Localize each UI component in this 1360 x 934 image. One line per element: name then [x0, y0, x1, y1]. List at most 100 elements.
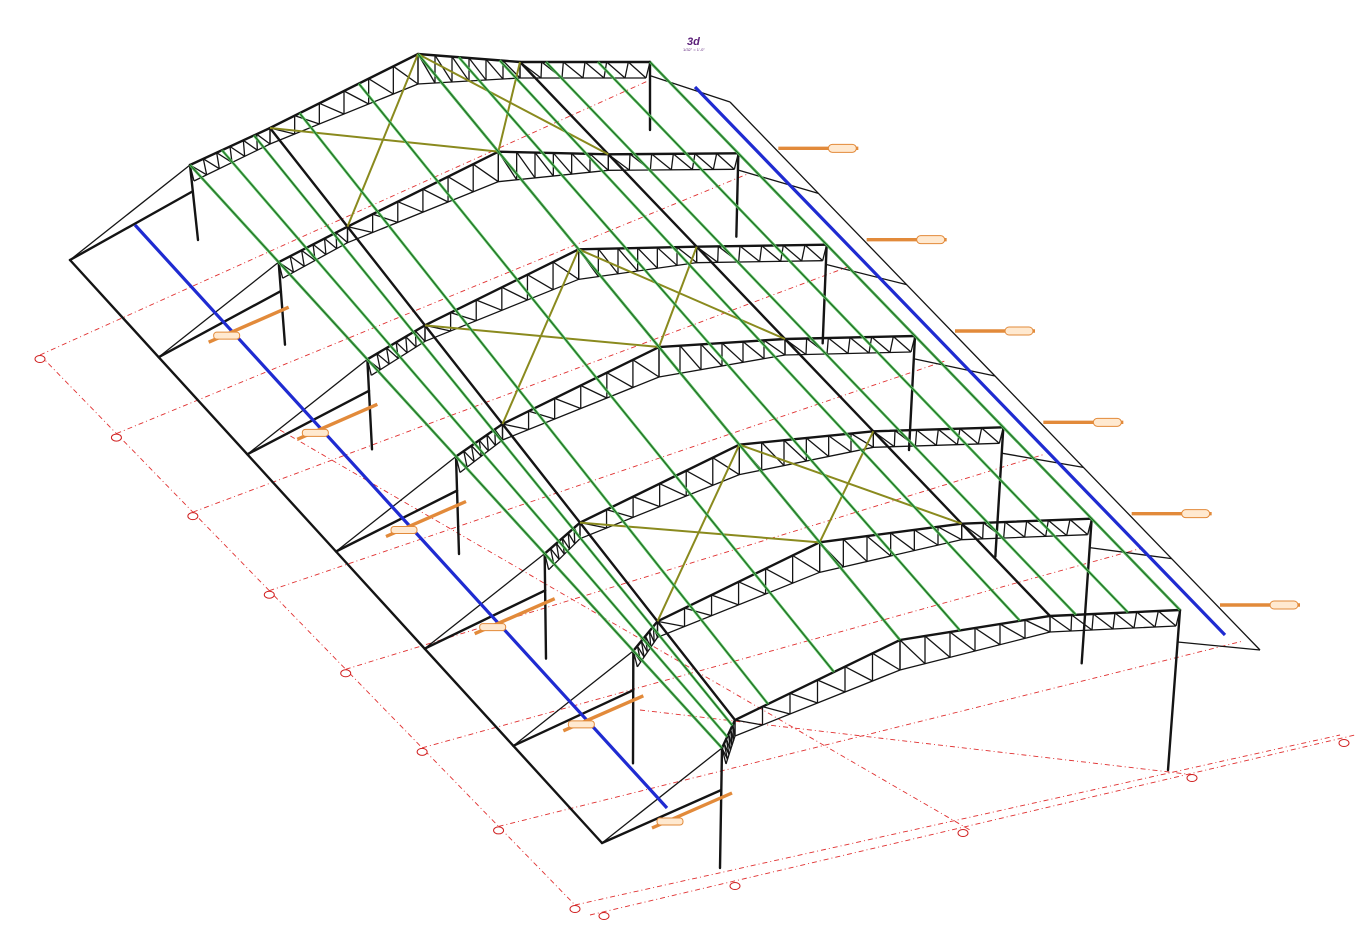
- grid-bubble-icon: [110, 433, 122, 442]
- canopy-tie: [335, 455, 457, 553]
- truss-diagonal: [949, 631, 976, 652]
- truss-diagonal: [999, 623, 1026, 639]
- truss-diagonal: [742, 341, 765, 360]
- truss-vertical: [801, 244, 806, 262]
- truss-diagonal: [516, 151, 536, 179]
- tag-icon: [1181, 509, 1211, 519]
- truss-diagonal: [1049, 615, 1072, 632]
- truss-vertical: [561, 61, 564, 79]
- canopy-tie: [246, 358, 368, 455]
- roof-purlin-core: [649, 61, 1181, 611]
- grid-line-transverse: [574, 734, 1341, 906]
- truss-diagonal: [892, 336, 912, 353]
- grid-bubble-icon: [729, 882, 741, 890]
- roof-brace: [269, 127, 499, 153]
- truss-diagonal: [1157, 610, 1177, 627]
- truss-diagonal: [1004, 521, 1026, 538]
- view-scale: 1/32" = 1'-0": [683, 47, 705, 52]
- truss-vertical: [582, 61, 586, 79]
- truss-diagonal: [711, 594, 739, 606]
- truss-top-chord: [720, 608, 1182, 750]
- truss-vertical: [216, 152, 220, 169]
- truss-diagonal: [229, 145, 246, 157]
- grid-bubble-icon: [416, 747, 428, 756]
- truss-vertical: [712, 153, 718, 170]
- truss-diagonal: [981, 427, 1000, 444]
- grid-bubble-icon: [1338, 739, 1350, 747]
- column-right: [1166, 608, 1182, 772]
- roof-brace: [579, 521, 820, 544]
- truss-vertical: [1003, 521, 1006, 539]
- tag-icon: [1004, 326, 1034, 336]
- tag-icon: [479, 623, 507, 632]
- truss-vertical: [405, 336, 408, 353]
- truss-vertical: [889, 336, 894, 353]
- truss-diagonal: [817, 679, 846, 693]
- canopy-tie: [69, 164, 191, 261]
- tag-icon: [301, 428, 329, 437]
- truss-vertical: [1070, 614, 1073, 632]
- truss-diagonal: [472, 163, 499, 183]
- truss-vertical: [826, 337, 829, 355]
- grid-bubble-icon: [569, 905, 581, 913]
- truss-diagonal: [368, 78, 394, 95]
- truss-vertical: [1154, 610, 1159, 628]
- canopy-arm-right: [1089, 546, 1172, 560]
- column-left: [718, 746, 724, 870]
- truss-diagonal: [319, 102, 345, 115]
- truss-vertical: [1024, 521, 1028, 538]
- tag-icon: [1269, 600, 1299, 610]
- truss-vertical: [323, 238, 327, 255]
- canopy-arm: [334, 489, 459, 553]
- truss-diagonal: [324, 237, 338, 250]
- truss-diagonal: [924, 635, 951, 658]
- column-right: [907, 334, 917, 452]
- truss-vertical: [805, 338, 808, 355]
- column-left: [543, 552, 548, 660]
- truss-diagonal: [739, 245, 761, 263]
- tag-icon: [656, 817, 684, 826]
- truss-vertical: [540, 61, 543, 79]
- eave-strut-right: [693, 85, 1227, 637]
- grid-bubble-icon: [957, 829, 969, 837]
- truss-diagonal: [1069, 519, 1089, 536]
- truss-diagonal: [606, 372, 634, 389]
- column-left: [188, 163, 200, 242]
- grid-bubbles: [34, 355, 1350, 920]
- column-right: [735, 152, 740, 238]
- canopy-tie: [424, 553, 546, 650]
- truss-diagonal: [789, 692, 818, 704]
- truss-diagonal: [554, 397, 581, 410]
- truss-vertical: [624, 61, 629, 79]
- 3d-model-viewport[interactable]: 3d 1/32" = 1'-0": [0, 0, 1360, 934]
- truss-diagonal: [913, 529, 939, 546]
- truss-diagonal: [1136, 611, 1156, 628]
- grid-bubble-icon: [34, 355, 46, 363]
- truss-diagonal: [447, 176, 474, 193]
- tag-icon: [1092, 417, 1122, 427]
- truss-bottom-chord: [282, 168, 735, 279]
- canopy-arm: [600, 788, 723, 845]
- truss-diagonal: [844, 666, 873, 682]
- truss-vertical: [977, 427, 983, 445]
- truss-vertical: [935, 429, 939, 446]
- truss-diagonal: [632, 496, 660, 508]
- truss-bottom-chord: [636, 534, 1088, 668]
- truss-diagonal: [562, 61, 584, 79]
- truss-diagonal: [475, 299, 503, 311]
- truss-vertical: [759, 245, 763, 262]
- truss-diagonal: [1024, 619, 1051, 633]
- truss-vertical: [717, 246, 719, 263]
- canopy-tie: [601, 747, 723, 844]
- truss-vertical: [1066, 519, 1071, 536]
- tag-icon: [827, 143, 857, 153]
- truss-vertical: [847, 337, 851, 354]
- truss-diagonal: [632, 359, 660, 378]
- tag-icon: [916, 235, 946, 245]
- truss-vertical: [670, 153, 674, 170]
- truss-diagonal: [899, 639, 926, 665]
- grid-bubble-icon: [187, 512, 199, 521]
- tag-icon: [213, 331, 241, 340]
- truss-diagonal: [716, 153, 735, 170]
- tag-icon: [390, 526, 418, 534]
